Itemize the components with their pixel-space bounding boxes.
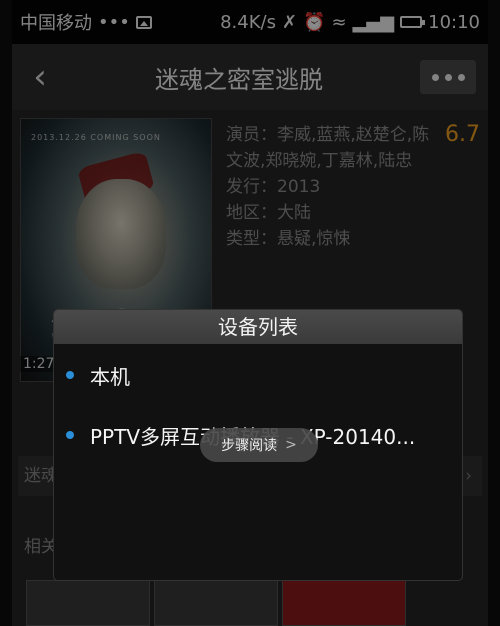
step-reading-label: 步骤阅读 — [221, 438, 278, 454]
device-item-local[interactable]: 本机 — [66, 358, 454, 392]
device-name: 本机 — [90, 364, 130, 389]
app-screen: 中国移动 ••• 8.4K/s ✗ ⏰ ≈ ▂▄▆ 10:10 ‹ 迷魂之密室逃… — [0, 0, 500, 626]
step-reading-button[interactable]: 步骤阅读 > — [200, 428, 318, 462]
bullet-dot-icon — [66, 431, 74, 439]
bullet-dot-icon — [66, 371, 74, 379]
chevron-right-icon: > — [285, 437, 297, 453]
dialog-title: 设备列表 — [54, 310, 462, 344]
